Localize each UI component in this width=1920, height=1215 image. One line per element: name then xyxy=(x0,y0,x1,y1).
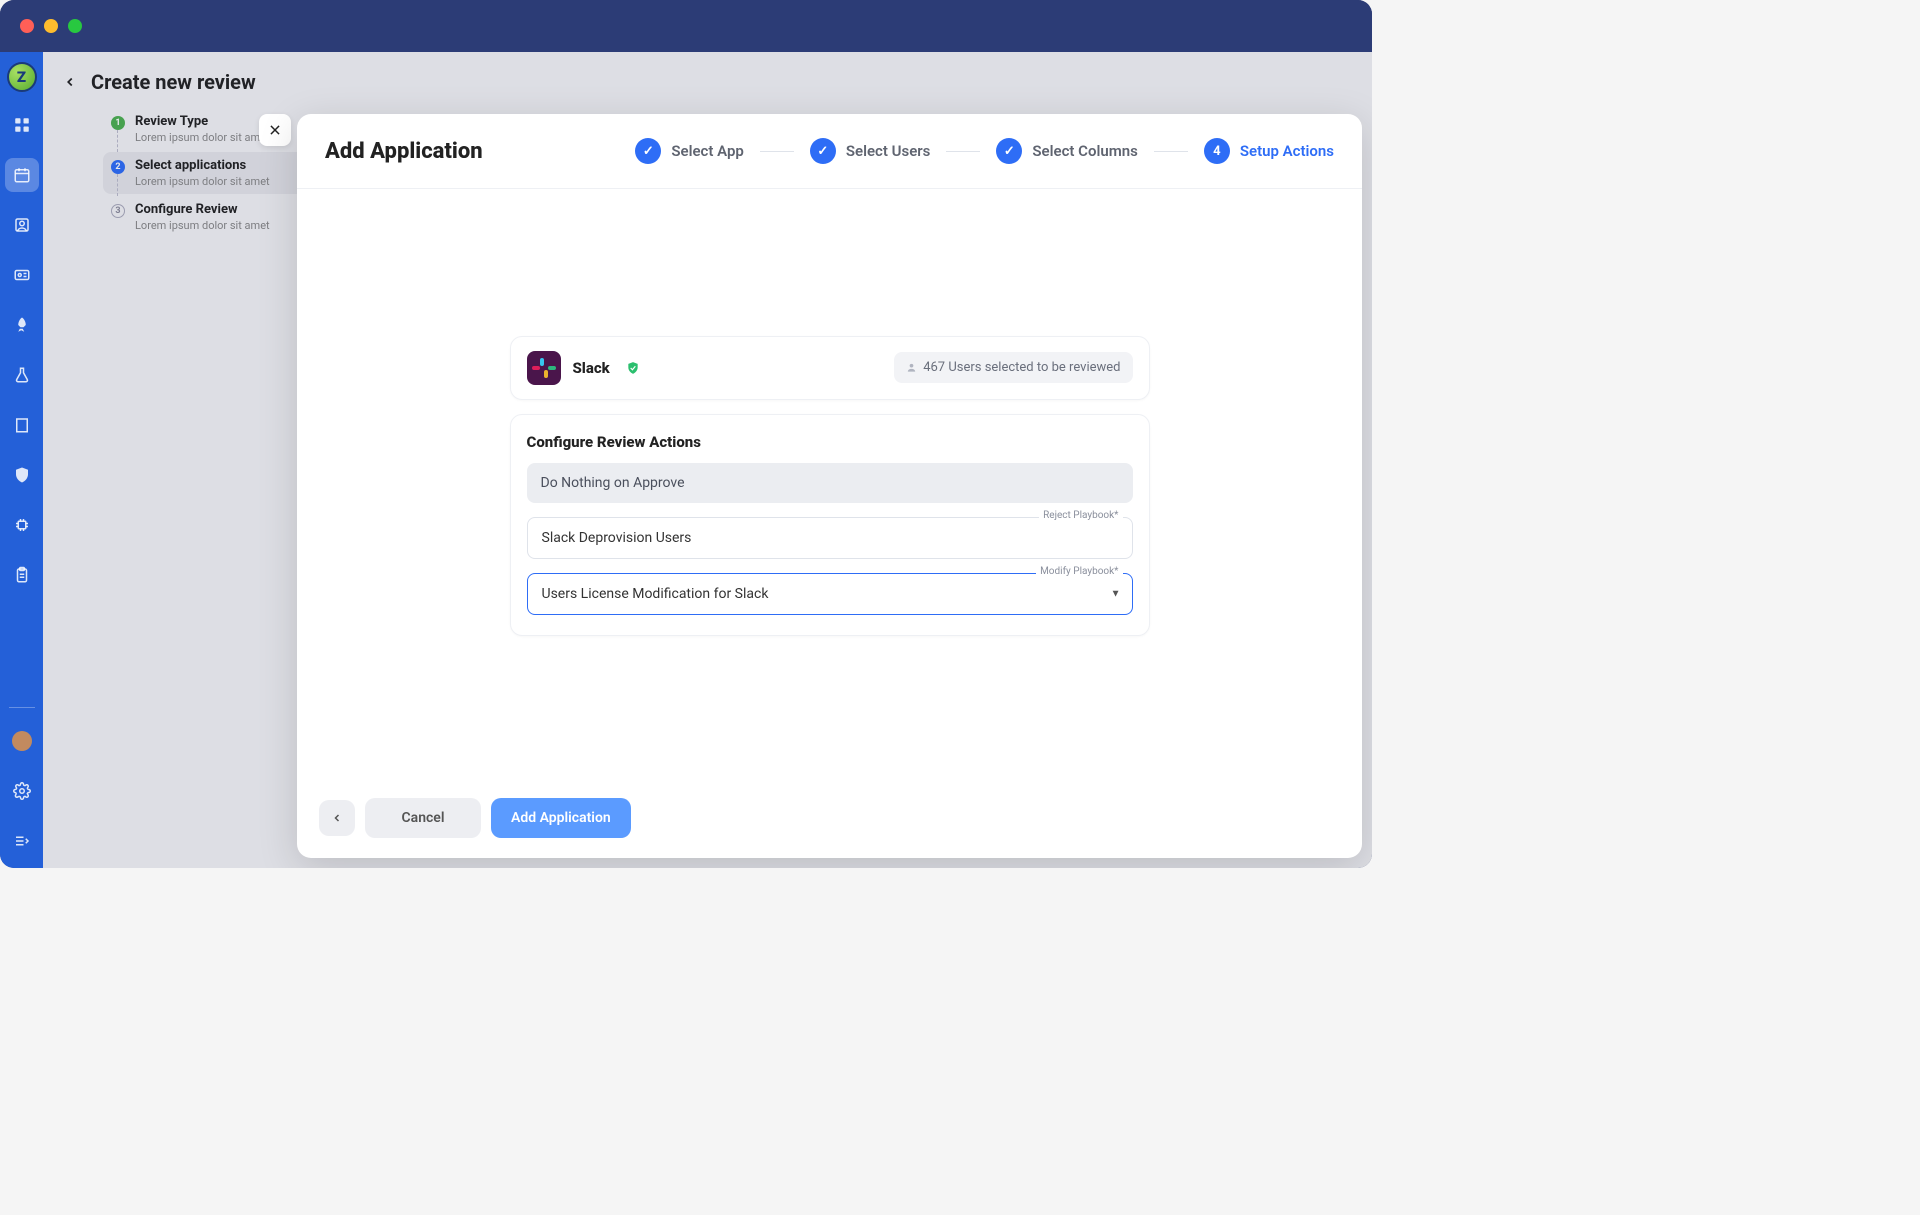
verified-shield-icon xyxy=(626,361,640,375)
configure-review-actions-card: Configure Review Actions Do Nothing on A… xyxy=(510,414,1150,636)
modal-header: Add Application ✓ Select App ✓ Select Us… xyxy=(297,114,1362,189)
modal-title: Add Application xyxy=(325,139,483,164)
main-area: Create new review 1 Review Type Lorem ip… xyxy=(43,52,1372,868)
modify-playbook-select[interactable] xyxy=(527,573,1133,615)
step-badge-check-icon: ✓ xyxy=(996,138,1022,164)
approve-action-readonly: Do Nothing on Approve xyxy=(527,463,1133,503)
content-stack: Slack 467 Users selected to be reviewed xyxy=(510,336,1150,636)
nav-clipboard-icon[interactable] xyxy=(5,558,39,592)
config-title: Configure Review Actions xyxy=(527,433,1133,451)
nav-avatar[interactable] xyxy=(5,724,39,758)
zoom-traffic-light[interactable] xyxy=(68,19,82,33)
app-window: Z xyxy=(0,0,1372,868)
sidebar-divider xyxy=(9,707,35,708)
step-select-users[interactable]: ✓ Select Users xyxy=(810,138,931,164)
cancel-button[interactable]: Cancel xyxy=(365,798,481,838)
nav-settings-icon[interactable] xyxy=(5,774,39,808)
reject-legend: Reject Playbook* xyxy=(1039,510,1122,521)
reject-playbook-field-group: Reject Playbook* xyxy=(527,517,1133,559)
mac-titlebar xyxy=(0,0,1372,52)
reject-playbook-input[interactable] xyxy=(527,517,1133,559)
add-application-modal: Add Application ✓ Select App ✓ Select Us… xyxy=(297,114,1362,858)
step-select-columns[interactable]: ✓ Select Columns xyxy=(996,138,1137,164)
step-label: Select Users xyxy=(846,142,931,160)
modal-footer: Cancel Add Application xyxy=(297,782,1362,858)
step-setup-actions[interactable]: 4 Setup Actions xyxy=(1204,138,1334,164)
nav-rocket-icon[interactable] xyxy=(5,308,39,342)
step-connector xyxy=(1154,151,1188,152)
modal-body: Slack 467 Users selected to be reviewed xyxy=(297,189,1362,782)
body-row: Z xyxy=(0,52,1372,868)
step-label: Select App xyxy=(671,142,744,160)
users-selected-text: 467 Users selected to be reviewed xyxy=(923,360,1120,375)
nav-flask-icon[interactable] xyxy=(5,358,39,392)
modify-playbook-field-group: Modify Playbook* ▼ xyxy=(527,573,1133,615)
app-logo[interactable]: Z xyxy=(7,62,37,92)
step-select-app[interactable]: ✓ Select App xyxy=(635,138,744,164)
back-button[interactable] xyxy=(319,800,355,836)
nav-calendar-icon[interactable] xyxy=(5,158,39,192)
step-badge-check-icon: ✓ xyxy=(810,138,836,164)
nav-collapse-icon[interactable] xyxy=(5,824,39,858)
add-application-button[interactable]: Add Application xyxy=(491,798,631,838)
users-selected-pill: 467 Users selected to be reviewed xyxy=(894,352,1132,383)
step-label: Select Columns xyxy=(1032,142,1137,160)
nav-id-icon[interactable] xyxy=(5,258,39,292)
modal-stepper: ✓ Select App ✓ Select Users ✓ Select Col… xyxy=(635,138,1334,164)
nav-dashboard-icon[interactable] xyxy=(5,108,39,142)
nav-chip-icon[interactable] xyxy=(5,508,39,542)
left-sidebar: Z xyxy=(0,52,43,868)
close-traffic-light[interactable] xyxy=(20,19,34,33)
step-badge-number: 4 xyxy=(1204,138,1230,164)
modify-legend: Modify Playbook* xyxy=(1036,566,1122,577)
app-name: Slack xyxy=(573,359,610,377)
user-icon xyxy=(906,362,917,373)
slack-app-icon xyxy=(527,351,561,385)
selected-app-card: Slack 467 Users selected to be reviewed xyxy=(510,336,1150,400)
step-connector xyxy=(946,151,980,152)
minimize-traffic-light[interactable] xyxy=(44,19,58,33)
logo-letter: Z xyxy=(17,68,26,86)
step-connector xyxy=(760,151,794,152)
nav-contact-icon[interactable] xyxy=(5,208,39,242)
step-label: Setup Actions xyxy=(1240,142,1334,160)
nav-shield-icon[interactable] xyxy=(5,458,39,492)
step-badge-check-icon: ✓ xyxy=(635,138,661,164)
nav-building-icon[interactable] xyxy=(5,408,39,442)
modal-close-button[interactable] xyxy=(259,114,291,146)
